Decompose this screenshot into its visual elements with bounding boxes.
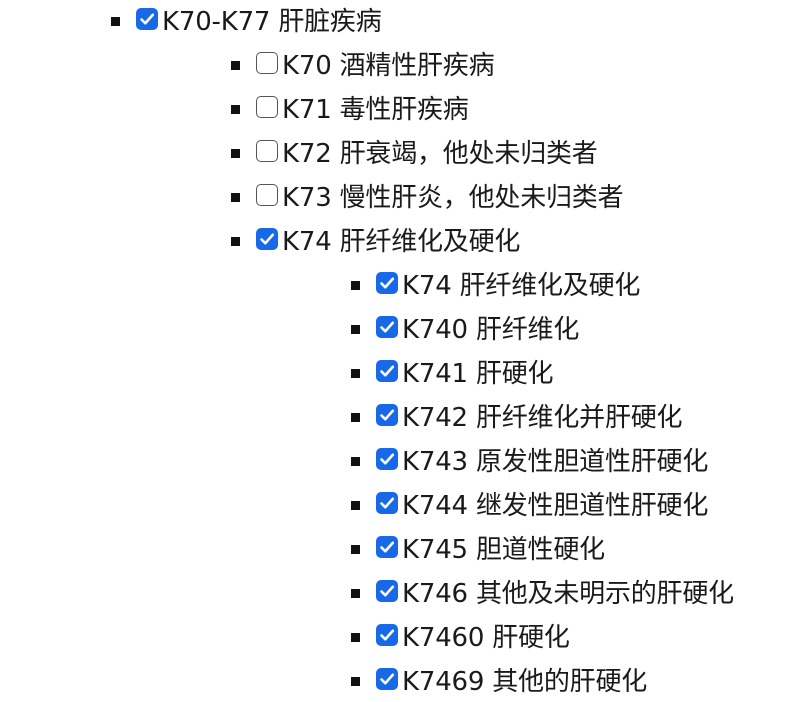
checkbox[interactable]: [376, 536, 398, 558]
tree-item-label: K741 肝硬化: [402, 359, 554, 389]
square-bullet-icon: [231, 149, 240, 158]
tree-item-label: K745 胆道性硬化: [402, 535, 605, 565]
square-bullet-icon: [351, 325, 360, 334]
checkbox[interactable]: [256, 184, 278, 206]
checkbox[interactable]: [256, 52, 278, 74]
square-bullet-icon: [231, 61, 240, 70]
tree-item: K745 胆道性硬化: [0, 528, 810, 572]
checkbox[interactable]: [376, 448, 398, 470]
checkbox[interactable]: [376, 360, 398, 382]
square-bullet-icon: [351, 545, 360, 554]
checkbox[interactable]: [376, 272, 398, 294]
checkbox[interactable]: [376, 492, 398, 514]
square-bullet-icon: [351, 633, 360, 642]
checkmark-icon: [380, 409, 395, 421]
square-bullet-icon: [111, 17, 120, 26]
tree-item: K741 肝硬化: [0, 352, 810, 396]
checkmark-icon: [380, 585, 395, 597]
tree-item-label: K71 毒性肝疾病: [282, 95, 469, 125]
tree-item: K740 肝纤维化: [0, 308, 810, 352]
tree-item-label: K70-K77 肝脏疾病: [162, 7, 382, 37]
tree-item: K70 酒精性肝疾病: [0, 44, 810, 88]
checkmark-icon: [140, 13, 155, 25]
square-bullet-icon: [231, 105, 240, 114]
tree-item: K71 毒性肝疾病: [0, 88, 810, 132]
checkbox[interactable]: [376, 404, 398, 426]
tree-item-label: K74 肝纤维化及硬化: [402, 271, 641, 301]
tree-item-label: K744 继发性胆道性肝硬化: [402, 491, 709, 521]
tree-item: K72 肝衰竭，他处未归类者: [0, 132, 810, 176]
checkbox[interactable]: [256, 140, 278, 162]
tree-item: K746 其他及未明示的肝硬化: [0, 572, 810, 616]
checkmark-icon: [380, 365, 395, 377]
tree-item-label: K73 慢性肝炎，他处未归类者: [282, 183, 624, 213]
square-bullet-icon: [231, 193, 240, 202]
checkbox[interactable]: [136, 8, 158, 30]
tree-item-label: K72 肝衰竭，他处未归类者: [282, 139, 598, 169]
tree-item: K743 原发性胆道性肝硬化: [0, 440, 810, 484]
tree-item-label: K742 肝纤维化并肝硬化: [402, 403, 683, 433]
checkbox[interactable]: [376, 624, 398, 646]
checkmark-icon: [260, 233, 275, 245]
tree-item: K73 慢性肝炎，他处未归类者: [0, 176, 810, 220]
tree-item: K74 肝纤维化及硬化: [0, 264, 810, 308]
checkbox[interactable]: [376, 580, 398, 602]
square-bullet-icon: [351, 589, 360, 598]
tree-item-label: K70 酒精性肝疾病: [282, 51, 495, 81]
tree-item-label: K743 原发性胆道性肝硬化: [402, 447, 709, 477]
tree-item: K7469 其他的肝硬化: [0, 660, 810, 702]
tree-item: K74 肝纤维化及硬化: [0, 220, 810, 264]
square-bullet-icon: [351, 457, 360, 466]
checkbox[interactable]: [376, 316, 398, 338]
checkmark-icon: [380, 541, 395, 553]
tree-item-label: K746 其他及未明示的肝硬化: [402, 579, 734, 609]
tree-item-label: K740 肝纤维化: [402, 315, 580, 345]
checkmark-icon: [380, 673, 395, 685]
checkmark-icon: [380, 321, 395, 333]
square-bullet-icon: [351, 501, 360, 510]
square-bullet-icon: [351, 413, 360, 422]
square-bullet-icon: [351, 281, 360, 290]
checkmark-icon: [380, 497, 395, 509]
tree-item: K7460 肝硬化: [0, 616, 810, 660]
tree-item: K70-K77 肝脏疾病: [0, 0, 810, 44]
square-bullet-icon: [351, 677, 360, 686]
tree-item: K744 继发性胆道性肝硬化: [0, 484, 810, 528]
tree-item: K742 肝纤维化并肝硬化: [0, 396, 810, 440]
checkbox[interactable]: [256, 96, 278, 118]
square-bullet-icon: [231, 237, 240, 246]
tree-item-label: K74 肝纤维化及硬化: [282, 227, 521, 257]
checkmark-icon: [380, 453, 395, 465]
tree-item-label: K7469 其他的肝硬化: [402, 667, 648, 697]
checkmark-icon: [380, 277, 395, 289]
checkbox[interactable]: [376, 668, 398, 690]
checkmark-icon: [380, 629, 395, 641]
tree-item-label: K7460 肝硬化: [402, 623, 570, 653]
square-bullet-icon: [351, 369, 360, 378]
checkbox[interactable]: [256, 228, 278, 250]
